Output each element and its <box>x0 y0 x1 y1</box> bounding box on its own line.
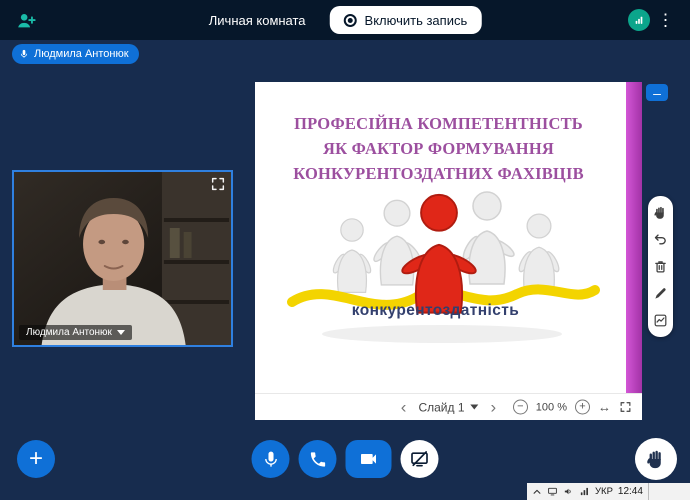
pen-tool-icon[interactable] <box>652 285 669 302</box>
start-recording-button[interactable]: Включить запись <box>329 6 482 34</box>
phone-icon <box>310 451 325 467</box>
record-icon <box>343 13 357 27</box>
fit-width-icon[interactable]: ↔ <box>598 401 611 414</box>
zoom-level: 100 % <box>535 401 567 413</box>
screen-share-off-icon <box>411 451 428 467</box>
hand-icon <box>647 450 661 469</box>
options-menu-icon[interactable]: ⋮ <box>653 10 678 31</box>
add-content-button[interactable]: + <box>17 440 55 478</box>
manage-users-icon[interactable] <box>14 9 38 33</box>
chart-tool-icon[interactable] <box>652 312 669 329</box>
microphone-icon <box>20 49 28 58</box>
slide-title: ПРОФЕСІЙНА КОМПЕТЕНТНІСТЬ ЯК ФАКТОР ФОРМ… <box>293 114 584 183</box>
record-button-label: Включить запись <box>364 12 468 28</box>
webcam-tile: Людмила Антонюк <box>12 170 233 347</box>
tray-volume-icon[interactable] <box>563 486 574 497</box>
room-title: Личная комната <box>208 12 306 28</box>
previous-slide-button[interactable]: ‹ <box>399 399 409 416</box>
connection-status-icon[interactable] <box>628 9 650 31</box>
webcam-video <box>14 172 231 345</box>
language-indicator[interactable]: УКР <box>595 486 613 497</box>
raise-hand-button[interactable] <box>635 438 677 480</box>
show-desktop-button[interactable] <box>647 483 653 500</box>
presentation-area: ПРОФЕСІЙНА КОМПЕТЕНТНІСТЬ ЯК ФАКТОР ФОРМ… <box>255 82 642 420</box>
leave-audio-button[interactable] <box>298 440 337 478</box>
slide-illustration <box>287 191 600 343</box>
webcam-user-name: Людмила Антонюк <box>26 327 112 338</box>
slide-caption: конкурентоздатність <box>351 302 520 319</box>
tray-display-icon[interactable] <box>547 486 558 497</box>
top-bar: Личная комната Включить запись ⋮ <box>0 0 690 40</box>
tray-network-icon[interactable] <box>579 486 590 497</box>
presentation-toolbar: ‹ Слайд 1 › − 100 % + ↔ <box>255 393 642 420</box>
slide-side-strip <box>626 82 642 393</box>
webcam-share-button[interactable] <box>345 440 392 478</box>
undo-icon[interactable] <box>652 231 669 248</box>
zoom-out-button[interactable]: − <box>512 399 528 415</box>
screen-share-button[interactable] <box>400 440 439 478</box>
camera-icon <box>361 454 376 464</box>
microphone-icon <box>264 451 277 467</box>
next-slide-button[interactable]: › <box>489 399 499 416</box>
webcam-fullscreen-icon[interactable] <box>210 176 226 192</box>
tray-chevron-up-icon[interactable] <box>532 487 542 497</box>
chevron-down-icon <box>470 404 479 410</box>
topbar-center: Личная комната Включить запись <box>209 6 482 34</box>
whiteboard-toolbar <box>648 196 673 337</box>
webcam-name-label[interactable]: Людмила Антонюк <box>19 325 132 340</box>
mute-microphone-button[interactable] <box>251 440 290 478</box>
minimize-presentation-button[interactable]: – <box>646 84 668 101</box>
speaker-name: Людмила Антонюк <box>34 48 129 60</box>
chevron-down-icon <box>116 330 125 335</box>
slide-canvas[interactable]: ПРОФЕСІЙНА КОМПЕТЕНТНІСТЬ ЯК ФАКТОР ФОРМ… <box>255 82 642 393</box>
meeting-window: Личная комната Включить запись ⋮ Людмила… <box>0 0 690 500</box>
active-speaker-badge[interactable]: Людмила Антонюк <box>12 44 139 64</box>
slide-number-label: Слайд 1 <box>418 400 465 414</box>
clock[interactable]: 12:44 <box>618 486 643 497</box>
clear-whiteboard-icon[interactable] <box>652 258 669 275</box>
presentation-fullscreen-icon[interactable] <box>619 401 632 414</box>
system-taskbar: УКР 12:44 <box>527 483 690 500</box>
slide-selector[interactable]: Слайд 1 <box>418 400 479 414</box>
zoom-in-button[interactable]: + <box>575 399 590 415</box>
hand-tool-icon[interactable] <box>652 204 669 221</box>
media-controls <box>251 440 439 478</box>
